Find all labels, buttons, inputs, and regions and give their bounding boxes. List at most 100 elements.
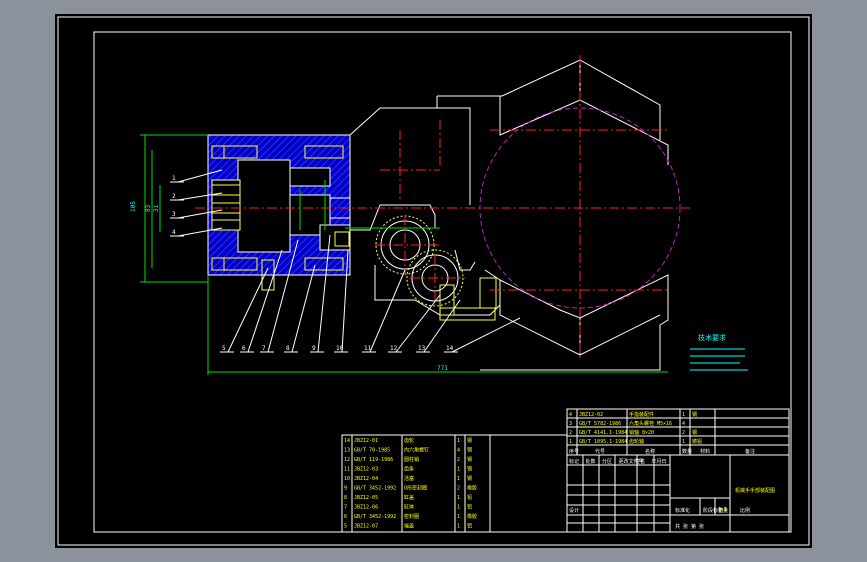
part-no: 12 [344,457,350,463]
revision-header: 签名 [635,458,645,465]
part-no: 8 [344,495,347,501]
part-name: O形密封圈 [404,485,427,492]
part-name: 齿轮轴 [629,438,644,445]
leader-number: 1 [172,175,176,182]
part-no: 10 [344,476,350,482]
parts-header-cell: 序号 [569,448,579,455]
part-material: 钢 [692,429,697,436]
leader-number: 13 [418,345,426,352]
revision-header: 标记 [569,458,579,465]
leader-number: 12 [390,345,398,352]
part-code: GB/T 1095.1-1984 [579,439,627,445]
part-material: 钢 [467,437,472,444]
part-qty: 1 [457,505,460,511]
leader-number: 5 [222,345,226,352]
part-qty: 2 [682,430,685,436]
part-code: JBZ12-05 [354,495,378,501]
parts-header-cell: 数量 [682,448,692,455]
leader-number: 11 [364,345,372,352]
leader-number: 8 [286,345,290,352]
cad-viewport[interactable]: 771 105 83 31 1 2 3 4 5 6 7 8 9 10 11 12 13 14 技术要求 [0,0,867,562]
parts-header-cell: 备注 [745,448,755,455]
part-material: 钢 [467,456,472,463]
part-no: 5 [344,524,347,530]
part-name: 密封圈 [404,513,419,520]
part-qty: 4 [682,421,685,427]
part-qty: 1 [457,514,460,520]
part-name: 内六角螺钉 [404,447,429,454]
part-name: 圆柱销 [404,456,419,463]
part-name: 端盖 [404,523,414,530]
part-qty: 1 [457,524,460,530]
parts-header-cell: 材料 [700,448,710,455]
revision-header: 年月日 [652,458,667,465]
design-row-cell: 设计 [569,507,579,514]
part-no: 2 [569,430,572,436]
part-code: JBZ12-03 [354,467,378,473]
part-material: 铸铝 [692,438,702,445]
revision-header: 处数 [586,458,596,465]
part-qty: 1 [682,412,685,418]
part-code: JBZ12-01 [354,438,378,444]
drawing-canvas: 771 105 83 31 12345 6 7 8 9 10 11 12 13 14 技术要求 [55,14,812,548]
part-material: 钢 [467,466,472,473]
parts-header-cell: 名称 [645,448,655,455]
part-material: 铝 [467,494,472,501]
design-row-cell: 标准化 [675,507,690,514]
part-code: GB/T 3452-1992 [354,514,396,520]
part-qty: 1 [457,495,460,501]
part-no: 13 [344,448,350,454]
overall-width-label: 771 [437,365,448,372]
drawing-scale: 1:1 [718,507,727,513]
part-material: 钢 [467,447,472,454]
part-qty: 2 [457,486,460,492]
part-qty: 4 [457,448,460,454]
part-no: 6 [344,514,347,520]
part-no: 1 [569,439,572,445]
part-name: 手指装配件 [629,411,654,418]
height-label-a: 83 [145,204,152,212]
part-code: GB/T 5782-1986 [579,421,621,427]
part-code: JBZ12-07 [354,524,378,530]
part-no: 3 [569,421,572,427]
part-no: 14 [344,438,350,444]
part-name: 销轴 8×20 [629,429,654,436]
part-no: 7 [344,505,347,511]
part-qty: 2 [457,457,460,463]
leader-number: 9 [312,345,316,352]
part-code: GB/T 119-1986 [354,457,393,463]
part-name: 缸体 [404,504,414,511]
part-no: 11 [344,467,350,473]
part-qty: 1 [457,467,460,473]
part-name: 缸盖 [404,494,414,501]
leader-number: 3 [172,211,176,218]
leader-number: 6 [242,345,246,352]
part-qty: 1 [457,476,460,482]
sheet-info: 共 张 第 张 [675,523,704,530]
part-code: JBZ12-04 [354,476,378,482]
drawing-sheet [55,14,812,548]
part-qty: 1 [457,438,460,444]
part-no: 9 [344,486,347,492]
tech-req-title: 技术要求 [698,333,726,342]
part-code: GB/T 70-1985 [354,448,390,454]
leader-number: 7 [262,345,266,352]
part-name: 活塞 [404,475,414,482]
revision-header: 分区 [602,458,612,465]
design-row-cell: 比例 [740,507,750,514]
part-material: 橡胶 [467,485,477,492]
part-code: GB/T 4141.1-1984 [579,430,627,436]
part-name: 齿条 [404,466,414,473]
part-no: 4 [569,412,572,418]
leader-number: 10 [336,345,344,352]
part-code: JBZ12-06 [354,505,378,511]
leader-number: 2 [172,193,176,200]
height-label-right: 105 [130,201,137,212]
part-name: 齿轮 [404,437,414,444]
leader-number: 14 [446,345,454,352]
height-label-b: 31 [153,204,160,212]
part-material: 铝 [467,523,472,530]
part-code: JBZ12-02 [579,412,603,418]
part-material: 钢 [467,475,472,482]
drawing-title: 机械手手部装配图 [735,487,775,494]
